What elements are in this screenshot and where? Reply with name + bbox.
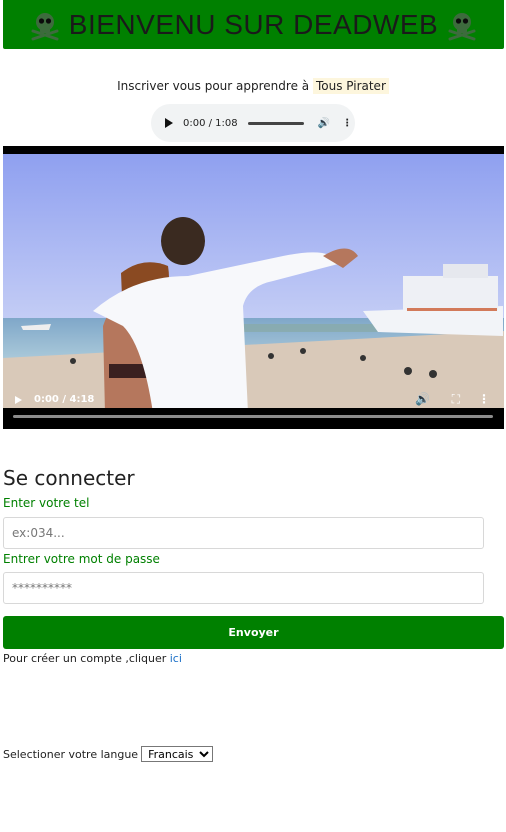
skull-crossbones-icon	[31, 12, 59, 40]
phone-input[interactable]	[3, 517, 484, 549]
video-time: 0:00 / 4:18	[34, 394, 95, 405]
volume-icon[interactable]: 🔊	[415, 392, 430, 406]
page-title: BIENVENU SUR DEADWEB	[68, 8, 439, 40]
volume-icon[interactable]: 🔊	[318, 118, 330, 129]
video-frame	[3, 154, 504, 429]
signup-link[interactable]: ici	[170, 652, 182, 665]
language-select[interactable]: Francais	[141, 746, 214, 762]
password-input[interactable]	[3, 572, 484, 604]
submit-button[interactable]: Envoyer	[3, 616, 504, 649]
video-progress-bar[interactable]	[13, 415, 493, 418]
tagline: Inscriver vous pour apprendre à Tous Pir…	[0, 78, 506, 94]
play-icon[interactable]	[165, 118, 173, 128]
audio-progress-bar[interactable]	[247, 121, 304, 125]
video-controls: 0:00 / 4:18 🔊 ⛶ ⋮	[3, 389, 504, 419]
signup-prompt: Pour créer un compte ,cliquer ici	[3, 652, 182, 665]
fullscreen-icon[interactable]: ⛶	[452, 392, 460, 407]
login-title: Se connecter	[3, 466, 135, 490]
phone-label: Enter votre tel	[3, 496, 90, 510]
play-icon[interactable]	[15, 396, 22, 404]
audio-player: 0:00 / 1:08 🔊 ⋮	[151, 104, 355, 142]
language-selector: Selectioner votre langue Francais	[3, 746, 214, 762]
signup-text: Pour créer un compte ,cliquer	[3, 652, 167, 665]
header-banner: BIENVENU SUR DEADWEB	[3, 0, 504, 49]
password-label: Entrer votre mot de passe	[3, 552, 160, 566]
skull-crossbones-icon	[448, 12, 476, 40]
more-options-icon[interactable]: ⋮	[478, 392, 490, 406]
tagline-text: Inscriver vous pour apprendre à	[117, 79, 310, 93]
language-label: Selectioner votre langue	[3, 747, 139, 761]
audio-time: 0:00 / 1:08	[183, 117, 238, 129]
more-options-icon[interactable]: ⋮	[342, 118, 352, 129]
tagline-highlight: Tous Pirater	[312, 78, 389, 94]
video-player[interactable]: 0:00 / 4:18 🔊 ⛶ ⋮	[3, 146, 504, 429]
